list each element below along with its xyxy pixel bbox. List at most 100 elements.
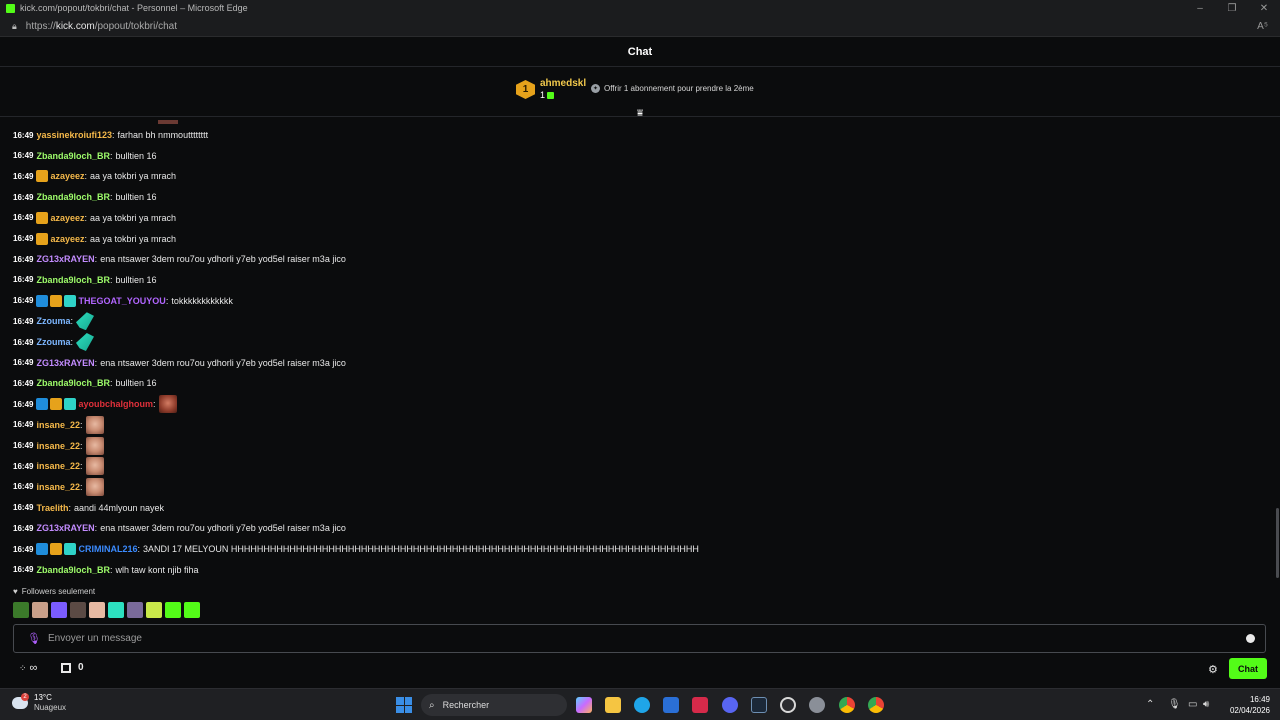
chat-message[interactable]: 16:49 insane_22: [13,436,104,455]
chat-message[interactable]: 16:49 azayeez: aa ya tokbri ya mrach [13,167,176,185]
message-username[interactable]: yassinekroiufi123 [36,130,112,140]
crown-badge-icon[interactable] [36,211,49,224]
chat-message[interactable]: 16:49 Zbanda9loch_BR: bulltien 16 [13,188,157,206]
message-username[interactable]: Zbanda9loch_BR [36,275,110,285]
chat-message[interactable]: 16:49 azayeez: aa ya tokbri ya mrach [13,209,176,227]
crown-badge-icon[interactable] [50,398,63,411]
chat-message[interactable]: 16:49 azayeez: aa ya tokbri ya mrach [13,230,176,248]
weather-widget[interactable]: 2 13°C Nuageux [12,693,66,713]
tray-chevron-icon[interactable]: ⌃ [1146,699,1154,710]
crown-badge-icon[interactable] [36,232,49,245]
crown-badge-icon[interactable] [36,170,49,183]
message-username[interactable]: insane_22 [36,420,80,430]
copilot-icon[interactable] [576,697,592,713]
taskbar-search[interactable]: ⌕ Rechercher [421,694,567,716]
chat-scrollbar[interactable] [1276,508,1279,578]
quick-emote-icon[interactable] [108,602,124,618]
quick-emote-icon[interactable] [127,602,143,618]
microphone-icon[interactable]: 🎙︎ [27,632,41,645]
quick-emote-icon[interactable] [13,602,29,618]
message-username[interactable]: azayeez [50,234,84,244]
message-username[interactable]: Traelith [36,503,68,513]
message-username[interactable]: ZG13xRAYEN [36,358,94,368]
channel-points[interactable]: ⁘ ∞ [19,662,37,674]
chat-message[interactable]: 16:49 insane_22: [13,415,104,434]
message-username[interactable]: Zbanda9loch_BR [36,565,110,575]
emote-face-icon[interactable] [85,457,104,476]
app-record-icon[interactable] [780,697,796,713]
chat-message[interactable]: 16:49 ZG13xRAYEN: ena ntsawer 3dem rou7ou … [13,250,346,268]
file-explorer-icon[interactable] [605,697,621,713]
message-username[interactable]: insane_22 [36,441,80,451]
chat-message[interactable]: 16:49 Zbanda9loch_BR: bulltien 16 [13,147,157,165]
chat-message[interactable]: 16:49 yassinekroiufi123: farhan bh nmmoutt… [13,126,208,144]
message-input[interactable] [48,633,1246,644]
chat-message[interactable]: 16:49 Zzouma: [13,312,94,331]
mod-badge-icon[interactable] [36,294,49,307]
emote-face-icon[interactable] [85,436,104,455]
system-clock[interactable]: 16:49 02/04/2026 [1224,694,1270,716]
vip-badge-icon[interactable] [64,543,77,555]
chat-message[interactable]: 16:49 Zzouma: [13,333,94,351]
chat-message[interactable]: 16:49 ZG13xRAYEN: ena ntsawer 3dem rou7ou … [13,354,346,372]
top-gifter-name[interactable]: ahmedskl [540,78,586,89]
lock-icon[interactable]: 🔒︎ [12,21,17,32]
read-aloud-icon[interactable]: A⁵ [1257,21,1268,32]
close-icon[interactable]: ✕ [1248,3,1280,14]
chat-message[interactable]: 16:49 ZG13xRAYEN: ena ntsawer 3dem rou7ou … [13,519,346,537]
message-username[interactable]: ZG13xRAYEN [36,254,94,264]
settings-gear-icon[interactable]: ⚙ [1208,663,1218,676]
mod-badge-icon[interactable] [36,543,49,555]
chrome-profile-icon[interactable] [868,697,884,713]
microphone-tray-icon[interactable]: 🎙︎ [1168,699,1181,710]
network-icon[interactable]: ▭ [1188,699,1197,710]
message-username[interactable]: Zbanda9loch_BR [36,192,110,202]
message-username[interactable]: insane_22 [36,461,80,471]
emote-face-red-icon[interactable] [158,395,177,414]
mod-badge-icon[interactable] [36,398,49,411]
app-a-icon[interactable] [692,697,708,713]
message-username[interactable]: ZG13xRAYEN [36,523,94,533]
gift-subscription-offer[interactable]: ✦ Offrir 1 abonnement pour prendre la 2è… [591,84,754,93]
windows-start-icon[interactable] [396,697,412,713]
chat-message[interactable]: 16:49 Zbanda9loch_BR: bulltien 16 [13,271,157,289]
chat-message[interactable]: 16:49 CRIMINAL216:3ANDI 17 MELYOUN HHHHHH… [13,540,699,558]
quick-emote-icon[interactable] [51,602,67,618]
message-username[interactable]: insane_22 [36,482,80,492]
message-username[interactable]: Zbanda9loch_BR [36,378,110,388]
quick-emote-icon[interactable] [184,602,200,618]
message-username[interactable]: Zzouma [36,337,70,347]
quick-emote-icon[interactable] [165,602,181,618]
minimize-icon[interactable]: – [1184,3,1216,14]
vip-badge-icon[interactable] [64,294,77,307]
steam-icon[interactable] [751,697,767,713]
chat-input-box[interactable]: 🎙︎ [13,624,1266,653]
chrome-icon[interactable] [839,697,855,713]
settings-app-icon[interactable] [809,697,825,713]
chat-message[interactable]: 16:49 Traelith: aandi 44mlyoun nayek [13,499,164,517]
chat-message[interactable]: 16:49 ayoubchalghoum: [13,395,177,414]
chat-message[interactable]: 16:49 insane_22: [13,457,104,476]
address-bar[interactable]: 🔒︎ https://kick.com/popout/tokbri/chat A… [0,16,1280,37]
quick-emote-icon[interactable] [89,602,105,618]
emote-face-icon[interactable] [85,477,104,496]
send-chat-button[interactable]: Chat [1229,658,1267,679]
gift-subs-button[interactable]: 0 [61,662,84,673]
chat-message[interactable]: 16:49 Zbanda9loch_BR: wlh taw kont njib fi… [13,561,199,579]
emoji-picker-icon[interactable] [1246,634,1255,643]
message-username[interactable]: azayeez [50,171,84,181]
quick-emote-icon[interactable] [70,602,86,618]
url-text[interactable]: https://kick.com/popout/tokbri/chat [26,21,177,32]
crown-badge-icon[interactable] [50,543,63,555]
chat-message[interactable]: 16:49 THEGOAT_YOUYOU: tokkkkkkkkkkkk [13,292,233,310]
quick-emote-icon[interactable] [32,602,48,618]
microsoft-store-icon[interactable] [663,697,679,713]
message-username[interactable]: azayeez [50,213,84,223]
chat-message[interactable]: 16:49 insane_22: [13,477,104,496]
restore-icon[interactable]: ❐ [1216,3,1248,14]
message-username[interactable]: CRIMINAL216 [78,544,137,554]
emote-face-icon[interactable] [85,415,104,434]
message-username[interactable]: Zbanda9loch_BR [36,151,110,161]
volume-icon[interactable]: 🔊︎ [1203,699,1209,710]
chat-message[interactable]: 16:49 Zbanda9loch_BR: bulltien 16 [13,374,157,392]
